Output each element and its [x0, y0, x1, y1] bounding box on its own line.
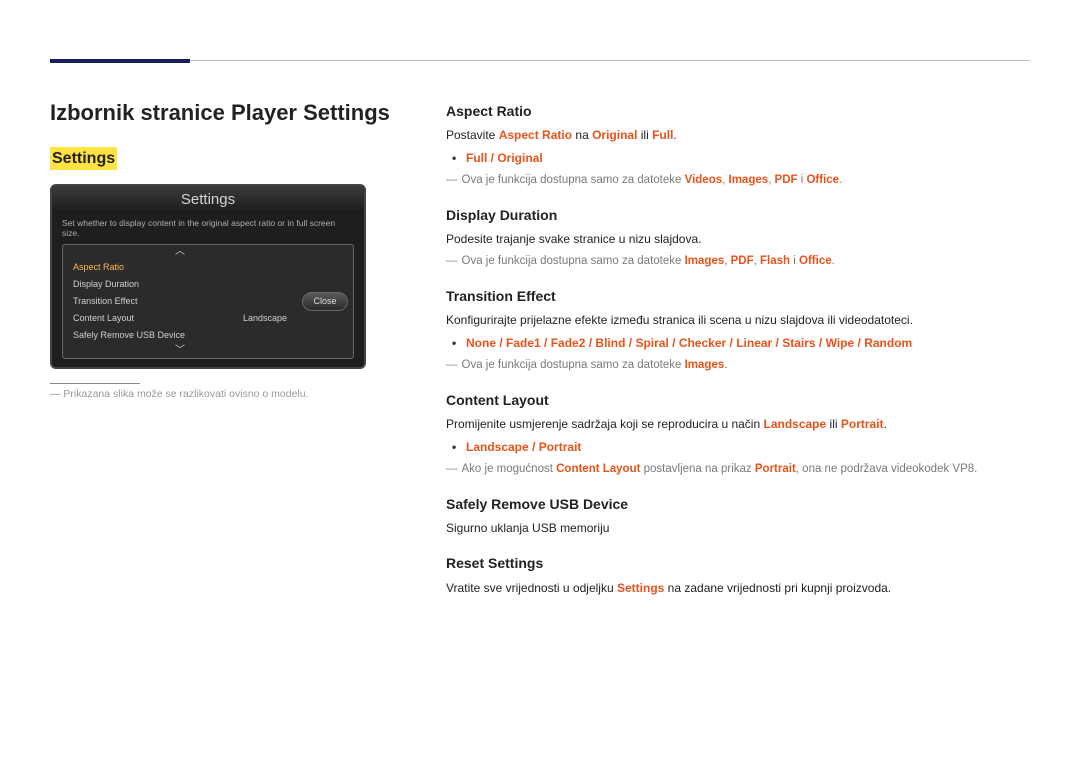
para-duration: Podesite trajanje svake stranice u nizu … — [446, 231, 1030, 248]
options-transition: None / Fade1 / Fade2 / Blind / Spiral / … — [466, 335, 1030, 352]
options-aspect: Full / Original — [466, 150, 1030, 167]
para-layout: Promijenite usmjerenje sadržaja koji se … — [446, 416, 1030, 433]
chevron-down-icon: ﹀ — [63, 344, 297, 358]
panel-title: Settings — [52, 186, 364, 214]
settings-highlight: Settings — [50, 147, 117, 170]
chevron-up-icon: ︿ — [63, 245, 297, 259]
heading-content-layout: Content Layout — [446, 390, 1030, 410]
page-title: Izbornik stranice Player Settings — [50, 97, 390, 129]
image-caption: ― Prikazana slika može se razlikovati ov… — [50, 387, 390, 402]
settings-panel-screenshot: Settings Set whether to display content … — [50, 184, 366, 369]
panel-row-duration: Display Duration — [63, 276, 297, 293]
note-layout: ―Ako je mogućnost Content Layout postavl… — [446, 461, 1030, 478]
heading-display-duration: Display Duration — [446, 205, 1030, 225]
panel-description: Set whether to display content in the or… — [52, 214, 364, 244]
close-button: Close — [302, 292, 347, 311]
para-usb: Sigurno uklanja USB memoriju — [446, 520, 1030, 537]
note-transition: ―Ova je funkcija dostupna samo za datote… — [446, 357, 1030, 374]
panel-row-layout: Content LayoutLandscape — [63, 310, 297, 327]
caption-rule — [50, 383, 140, 384]
note-aspect: ―Ova je funkcija dostupna samo za datote… — [446, 172, 1030, 189]
para-aspect: Postavite Aspect Ratio na Original ili F… — [446, 127, 1030, 144]
heading-aspect-ratio: Aspect Ratio — [446, 101, 1030, 121]
para-transition: Konfigurirajte prijelazne efekte između … — [446, 312, 1030, 329]
panel-row-aspect: Aspect Ratio — [63, 259, 297, 276]
options-layout: Landscape / Portrait — [466, 439, 1030, 456]
para-reset: Vratite sve vrijednosti u odjeljku Setti… — [446, 580, 1030, 597]
header-rule — [50, 60, 1030, 61]
panel-row-transition: Transition Effect — [63, 293, 297, 310]
heading-transition-effect: Transition Effect — [446, 286, 1030, 306]
heading-safely-remove-usb: Safely Remove USB Device — [446, 494, 1030, 514]
panel-row-usb: Safely Remove USB Device — [63, 327, 297, 344]
heading-reset-settings: Reset Settings — [446, 553, 1030, 573]
note-duration: ―Ova je funkcija dostupna samo za datote… — [446, 253, 1030, 270]
